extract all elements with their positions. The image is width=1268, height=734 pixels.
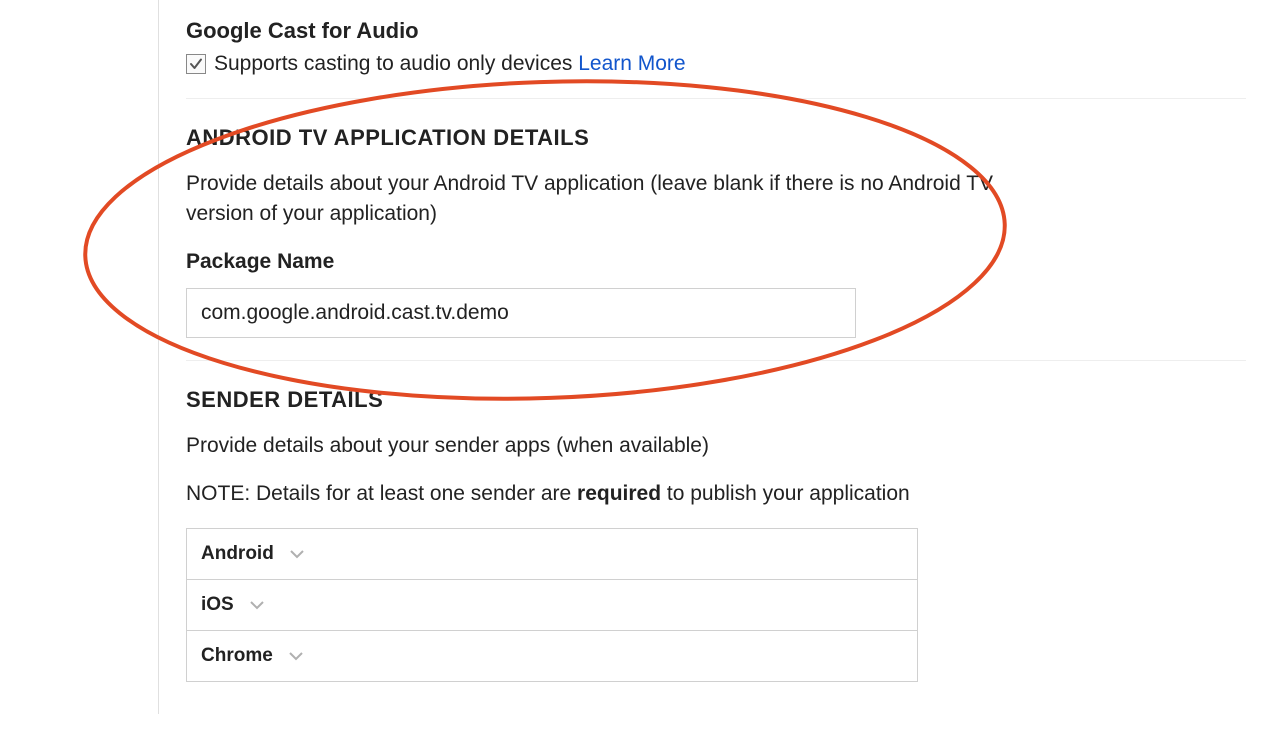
sender-note: NOTE: Details for at least one sender ar… — [186, 479, 1246, 509]
platform-label: Chrome — [201, 645, 273, 667]
cast-audio-checkbox-row: Supports casting to audio only devices L… — [186, 52, 1246, 76]
platform-label: Android — [201, 543, 274, 565]
check-icon — [189, 57, 203, 71]
android-tv-description: Provide details about your Android TV ap… — [186, 169, 1066, 230]
section-android-tv: ANDROID TV APPLICATION DETAILS Provide d… — [186, 125, 1246, 361]
left-divider — [158, 0, 159, 714]
platform-row-ios[interactable]: iOS — [187, 580, 917, 631]
chevron-down-icon — [248, 599, 266, 611]
learn-more-link[interactable]: Learn More — [578, 52, 685, 75]
package-name-label: Package Name — [186, 250, 1246, 274]
package-name-input[interactable] — [186, 288, 856, 338]
sender-note-prefix: NOTE: Details for at least one sender ar… — [186, 482, 577, 505]
sender-note-suffix: to publish your application — [661, 482, 910, 505]
platform-row-android[interactable]: Android — [187, 529, 917, 580]
chevron-down-icon — [288, 548, 306, 560]
cast-audio-checkbox[interactable] — [186, 54, 206, 74]
android-tv-heading: ANDROID TV APPLICATION DETAILS — [186, 125, 1246, 151]
cast-audio-title: Google Cast for Audio — [186, 18, 1246, 44]
platform-row-chrome[interactable]: Chrome — [187, 631, 917, 682]
sender-heading: SENDER DETAILS — [186, 387, 1246, 413]
section-cast-audio: Google Cast for Audio Supports casting t… — [186, 18, 1246, 99]
platform-label: iOS — [201, 594, 234, 616]
sender-description: Provide details about your sender apps (… — [186, 431, 1066, 461]
platform-list: Android iOS Chrome — [186, 528, 918, 682]
chevron-down-icon — [287, 650, 305, 662]
cast-audio-checkbox-label: Supports casting to audio only devices — [214, 52, 578, 75]
sender-note-strong: required — [577, 482, 661, 505]
section-sender-details: SENDER DETAILS Provide details about you… — [186, 387, 1246, 704]
